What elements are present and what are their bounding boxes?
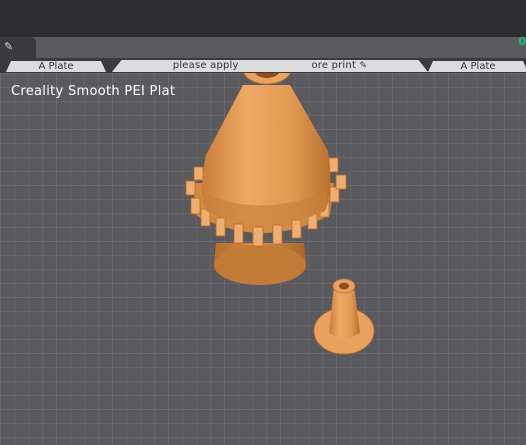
- plate-tab-left-label: A Plate: [38, 61, 74, 72]
- plate-tab-left[interactable]: A Plate: [6, 61, 106, 72]
- pencil-icon[interactable]: ✎: [359, 61, 367, 71]
- model-vase-foot: [214, 245, 306, 285]
- plate-tab-right[interactable]: A Plate: [428, 61, 526, 72]
- plate-name-label: Creality Smooth PEI Plat: [11, 84, 176, 99]
- plate-tab-right-label: A Plate: [460, 61, 496, 72]
- top-toolbar: [0, 0, 526, 37]
- pencil-icon[interactable]: ✎: [4, 40, 13, 54]
- notice-text: please apply: [172, 60, 239, 71]
- model-small-hole: [339, 282, 349, 290]
- project-tab[interactable]: ✎: [0, 37, 36, 58]
- 3d-viewport[interactable]: [0, 73, 526, 445]
- status-indicator: 0: [518, 35, 526, 48]
- notice-text-tail: ore print: [311, 60, 357, 71]
- plate-tab-center[interactable]: please apply ore print ✎: [112, 60, 428, 72]
